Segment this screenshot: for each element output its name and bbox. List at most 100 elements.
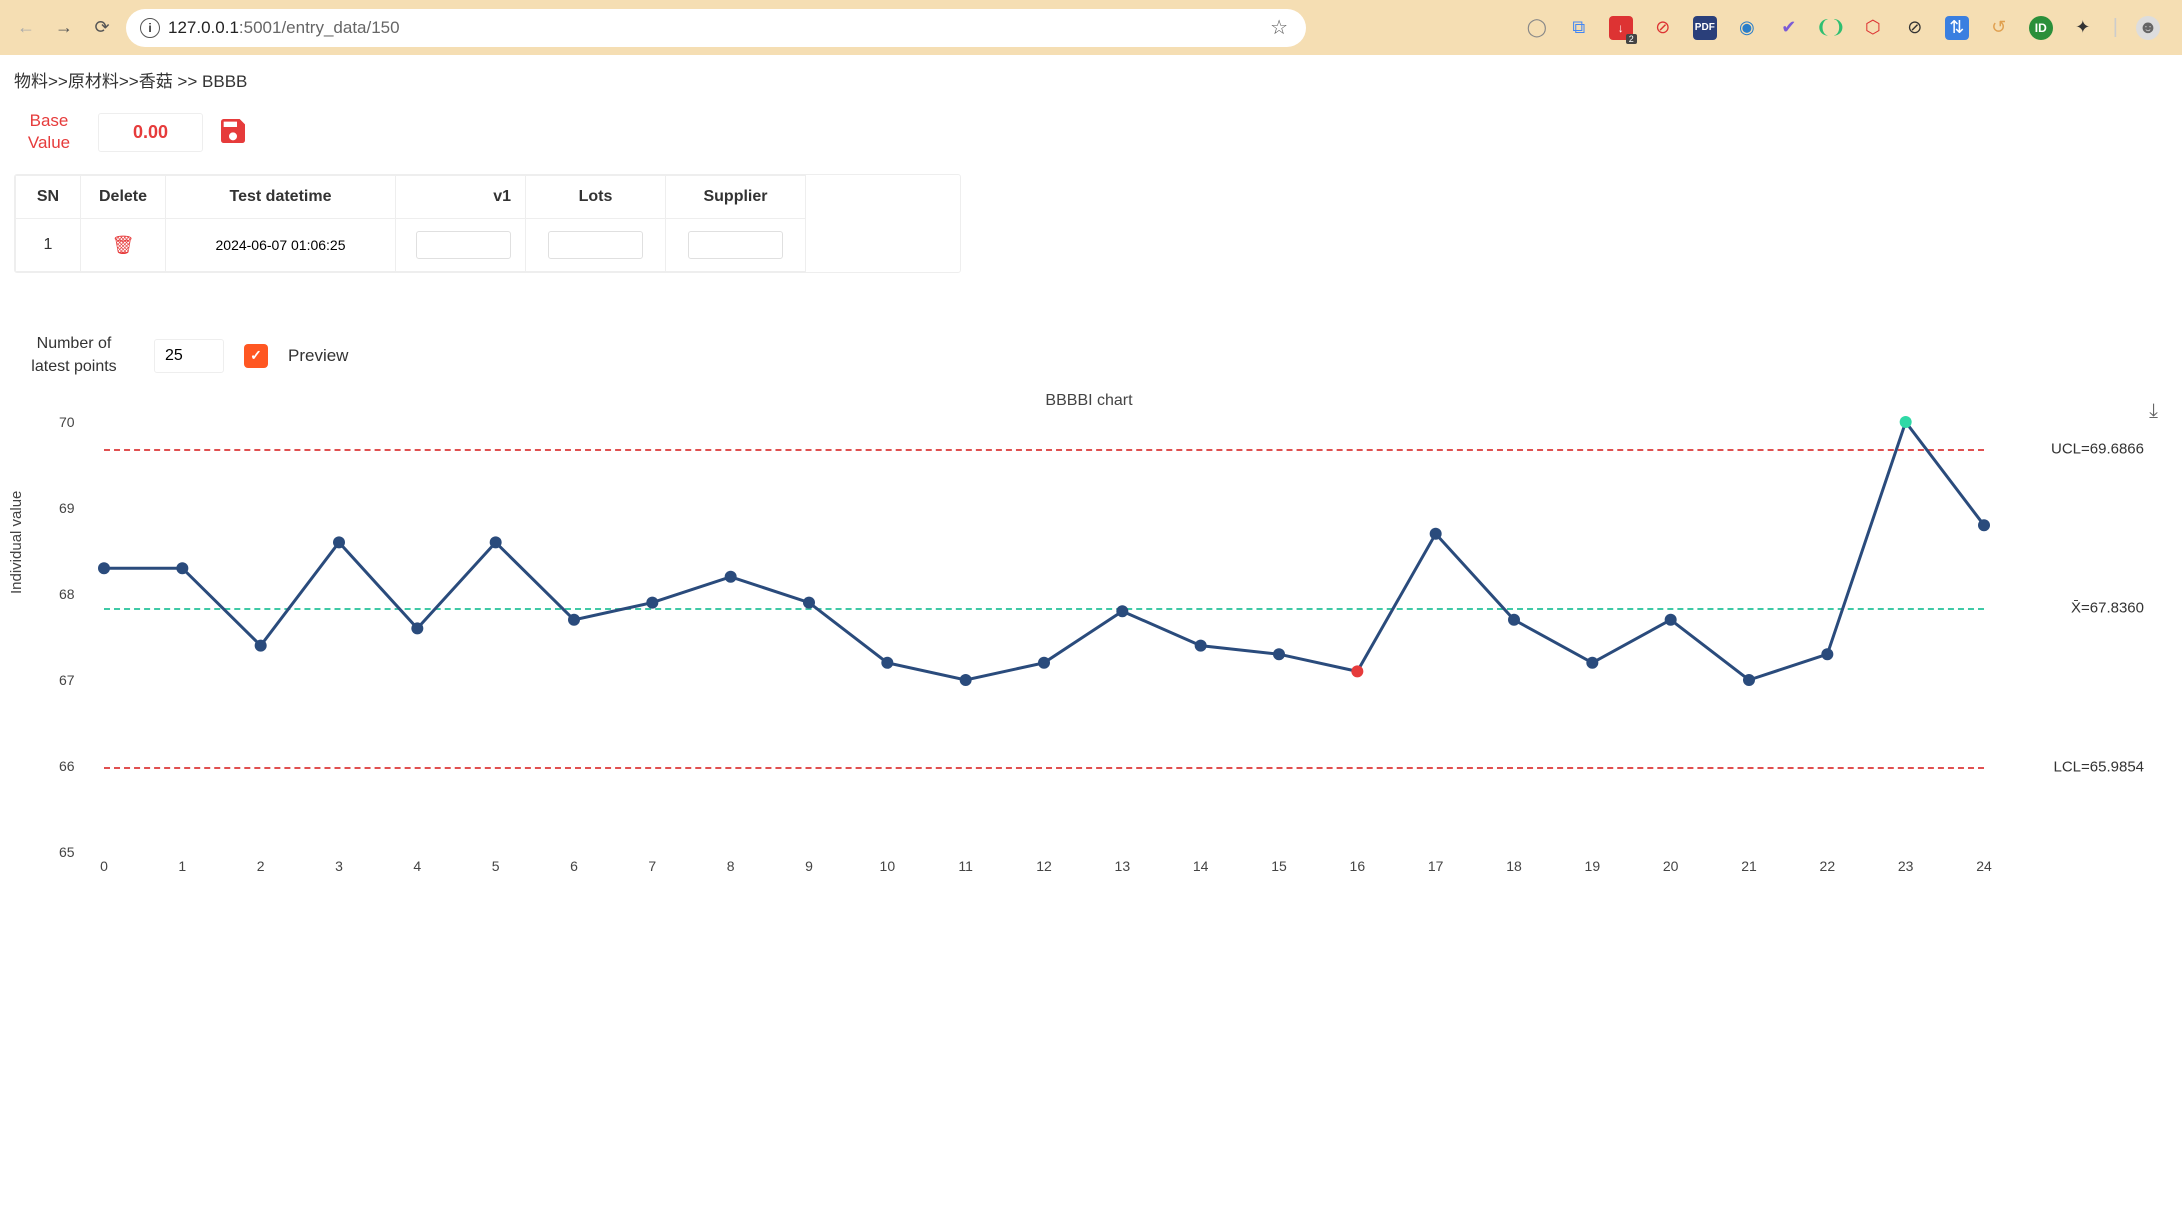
y-axis-label: Individual value <box>8 491 25 594</box>
profile-avatar-icon[interactable]: ☻ <box>2136 16 2160 40</box>
lots-input[interactable] <box>548 231 643 259</box>
data-point[interactable] <box>1038 657 1050 669</box>
data-point[interactable] <box>411 622 423 634</box>
table-header-row: SN Delete Test datetime v1 Lots Supplier <box>16 176 806 219</box>
data-point[interactable] <box>98 562 110 574</box>
x-tick: 17 <box>1428 858 1444 874</box>
x-tick: 12 <box>1036 858 1052 874</box>
base-value-label: BaseValue <box>14 110 84 154</box>
data-point[interactable] <box>803 597 815 609</box>
chart-title: BBBBI chart <box>14 392 2164 410</box>
ext-check-icon[interactable]: ✔ <box>1777 16 1801 40</box>
th-v1: v1 <box>396 176 526 219</box>
x-tick: 13 <box>1115 858 1131 874</box>
ext-block-icon[interactable]: ⊘ <box>1651 16 1675 40</box>
x-tick: 0 <box>100 858 108 874</box>
th-delete: Delete <box>81 176 166 219</box>
data-point[interactable] <box>1586 657 1598 669</box>
ext-brackets-icon[interactable]: ❨❩ <box>1819 16 1843 40</box>
data-point[interactable] <box>960 674 972 686</box>
data-point[interactable] <box>1195 640 1207 652</box>
data-point[interactable] <box>255 640 267 652</box>
data-point[interactable] <box>646 597 658 609</box>
y-tick: 67 <box>59 672 75 688</box>
data-point[interactable] <box>1900 416 1912 428</box>
data-point[interactable] <box>176 562 188 574</box>
x-tick: 22 <box>1820 858 1836 874</box>
y-tick: 66 <box>59 758 75 774</box>
lcl-label: LCL=65.9854 <box>2054 759 2145 776</box>
datetime-input[interactable] <box>186 231 376 259</box>
data-point[interactable] <box>1351 665 1363 677</box>
bookmark-star-icon[interactable]: ☆ <box>1270 15 1288 40</box>
ucl-label: UCL=69.6866 <box>2051 440 2144 457</box>
data-point[interactable] <box>1978 519 1990 531</box>
data-table: SN Delete Test datetime v1 Lots Supplier… <box>14 174 961 273</box>
ext-arrows-icon[interactable]: ⇅ <box>1945 16 1969 40</box>
x-tick: 15 <box>1271 858 1287 874</box>
data-point[interactable] <box>1430 528 1442 540</box>
chart-download-button[interactable]: ⤓ <box>2149 400 2158 423</box>
base-value-input[interactable] <box>98 113 203 152</box>
data-point[interactable] <box>568 614 580 626</box>
data-point[interactable] <box>490 536 502 548</box>
reload-button[interactable]: ⟳ <box>88 14 116 42</box>
th-lots: Lots <box>526 176 666 219</box>
v1-input[interactable] <box>416 231 511 259</box>
ext-translate-icon[interactable]: ⧉ <box>1567 16 1591 40</box>
forward-button[interactable]: → <box>50 14 78 42</box>
control-chart: BBBBI chart ⤓ Individual value 656667686… <box>14 392 2164 877</box>
extension-icons: ◯ ⧉ ↓2 ⊘ PDF ◉ ✔ ❨❩ ⬡ ⊘ ⇅ ↺ ID ✦ | ☻ <box>1525 16 2170 40</box>
x-tick: 9 <box>805 858 813 874</box>
data-point[interactable] <box>1743 674 1755 686</box>
plot-area: 6566676869700123456789101112131415161718… <box>104 422 1984 852</box>
x-tick: 20 <box>1663 858 1679 874</box>
data-point[interactable] <box>881 657 893 669</box>
data-point[interactable] <box>1273 648 1285 660</box>
x-tick: 18 <box>1506 858 1522 874</box>
page-content: 物料>>原材料>>香菇 >> BBBB BaseValue SN Delete … <box>0 55 2182 889</box>
supplier-input[interactable] <box>688 231 783 259</box>
save-icon <box>217 115 249 147</box>
site-info-icon[interactable]: i <box>140 18 160 38</box>
ext-hex-icon[interactable]: ⬡ <box>1861 16 1885 40</box>
ext-swirl-icon[interactable]: ◉ <box>1735 16 1759 40</box>
x-tick: 23 <box>1898 858 1914 874</box>
save-button[interactable] <box>217 115 249 150</box>
ext-noentry-icon[interactable]: ⊘ <box>1903 16 1927 40</box>
data-point[interactable] <box>333 536 345 548</box>
cell-sn: 1 <box>16 219 81 272</box>
data-point[interactable] <box>1116 605 1128 617</box>
x-tick: 16 <box>1350 858 1366 874</box>
th-sn: SN <box>16 176 81 219</box>
preview-checkbox[interactable]: ✓ <box>244 344 268 368</box>
latest-points-label: Number oflatest points <box>14 333 134 378</box>
preview-label: Preview <box>288 346 348 366</box>
ext-pdf-icon[interactable]: PDF <box>1693 16 1717 40</box>
series-svg <box>104 422 1984 852</box>
data-point[interactable] <box>1665 614 1677 626</box>
x-tick: 5 <box>492 858 500 874</box>
ext-id-icon[interactable]: ID <box>2029 16 2053 40</box>
table-row: 1 🗑 <box>16 219 806 272</box>
x-tick: 3 <box>335 858 343 874</box>
y-tick: 70 <box>59 414 75 430</box>
address-bar[interactable]: i 127.0.0.1:5001/entry_data/150 ☆ <box>126 9 1306 47</box>
x-tick: 4 <box>413 858 421 874</box>
delete-row-button[interactable]: 🗑 <box>112 235 135 255</box>
breadcrumb: 物料>>原材料>>香菇 >> BBBB <box>14 67 2168 92</box>
y-tick: 69 <box>59 500 75 516</box>
data-point[interactable] <box>1508 614 1520 626</box>
data-point[interactable] <box>725 571 737 583</box>
th-datetime: Test datetime <box>166 176 396 219</box>
ext-puzzle-icon[interactable]: ✦ <box>2071 16 2095 40</box>
back-button[interactable]: ← <box>12 14 40 42</box>
x-tick: 21 <box>1741 858 1757 874</box>
ext-history-icon[interactable]: ↺ <box>1987 16 2011 40</box>
x-tick: 10 <box>880 858 896 874</box>
series-line <box>104 422 1984 680</box>
ext-circle-icon[interactable]: ◯ <box>1525 16 1549 40</box>
ext-red-badge-icon[interactable]: ↓2 <box>1609 16 1633 40</box>
latest-points-input[interactable] <box>154 339 224 373</box>
data-point[interactable] <box>1821 648 1833 660</box>
